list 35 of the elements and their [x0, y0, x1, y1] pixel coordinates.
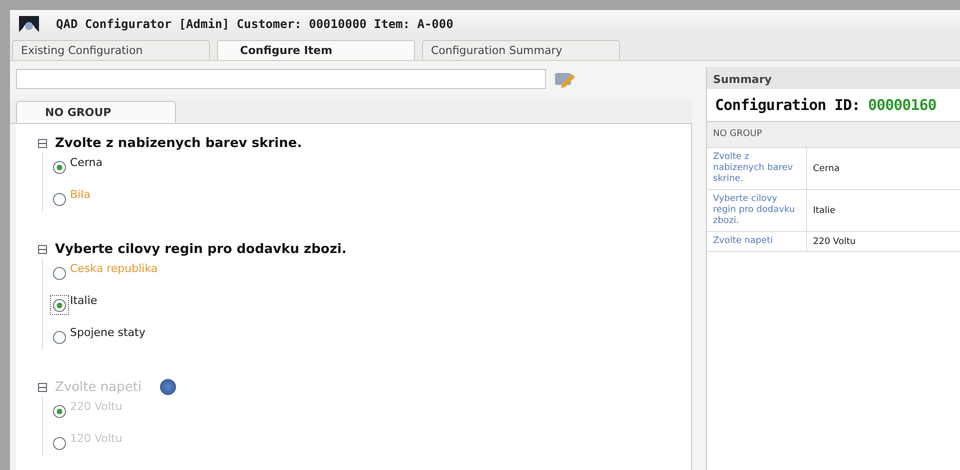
- table-cell-text: Cerna: [812, 162, 841, 176]
- tab[interactable]: Existing Configuration: [12, 40, 210, 60]
- collapse-icon[interactable]: [38, 138, 47, 148]
- group-header: NO GROUP: [707, 122, 960, 148]
- table-cell: Zvolte napeti: [707, 232, 807, 251]
- group-tab[interactable]: NO GROUP: [16, 101, 176, 123]
- table-cell-text: 220 Voltu: [812, 236, 857, 248]
- logo-icon: [18, 15, 40, 33]
- config-label: Configuration ID:: [715, 96, 860, 114]
- radio-button[interactable]: [53, 331, 66, 344]
- window-title: QAD Configurator [Admin] Customer: 00010000 Item: A-000: [56, 17, 454, 31]
- config-id: 00000160: [868, 96, 936, 114]
- table-cell: Zvolte z nabizenych barev skrine.: [707, 148, 807, 189]
- tab[interactable]: Configuration Summary: [422, 40, 620, 60]
- table-cell-text: Italie: [812, 204, 836, 218]
- collapse-icon[interactable]: [38, 244, 47, 254]
- option-label: Bila: [70, 188, 90, 201]
- radio-button[interactable]: [53, 161, 66, 174]
- option-label: Italie: [70, 294, 98, 307]
- table-cell: Vyberte cilovy regin pro dodavku zbozi.: [707, 190, 807, 231]
- input-field[interactable]: [16, 69, 546, 89]
- radio-button[interactable]: [53, 193, 66, 206]
- question-label: Zvolte z nabizenych barev skrine.: [55, 136, 302, 150]
- radio-button[interactable]: [53, 299, 66, 312]
- option-label: 120 Voltu: [70, 432, 122, 445]
- summary-header: Summary: [707, 67, 960, 89]
- option-label: Cerna: [70, 156, 102, 169]
- edit-icon[interactable]: [554, 70, 576, 88]
- option-label: 220 Voltu: [70, 400, 122, 413]
- option-label: Ceska republika: [70, 262, 158, 275]
- question-label: Vyberte cilovy regin pro dodavku zbozi.: [55, 242, 347, 256]
- question-label: Zvolte napeti: [55, 380, 142, 394]
- radio-button[interactable]: [53, 267, 66, 280]
- option-label: Spojene staty: [70, 326, 146, 339]
- tab[interactable]: Configure Item: [217, 40, 415, 60]
